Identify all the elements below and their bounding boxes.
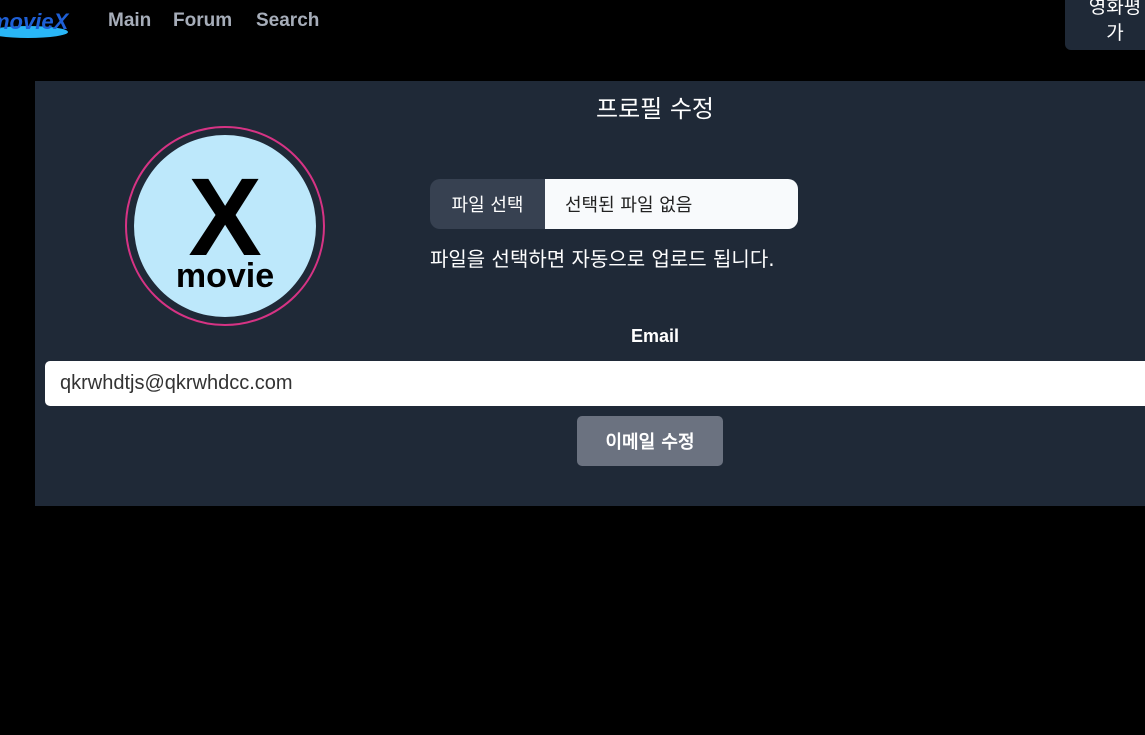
profile-avatar: X movie [125, 126, 325, 326]
avatar-image: X movie [134, 135, 316, 317]
file-input[interactable]: 파일 선택 선택된 파일 없음 [430, 179, 798, 229]
update-email-button[interactable]: 이메일 수정 [577, 416, 723, 466]
movie-review-button-line2: 가 [1106, 22, 1124, 44]
nav-main[interactable]: Main [108, 10, 151, 32]
moviex-logo[interactable]: movieX [0, 2, 70, 40]
movie-review-button[interactable]: 영화평 가 [1065, 0, 1145, 50]
email-label: Email [630, 326, 680, 346]
avatar-logo-word: movie [176, 257, 274, 295]
nav-forum[interactable]: Forum [173, 10, 232, 32]
choose-file-button[interactable]: 파일 선택 [430, 179, 545, 229]
page-title: 프로필 수정 [595, 95, 715, 123]
movie-review-button-line1: 영화평 [1088, 0, 1142, 18]
email-field[interactable] [45, 361, 1145, 406]
profile-edit-card: 프로필 수정 X movie 파일 선택 선택된 파일 없음 파일을 선택하면 … [35, 81, 1145, 506]
file-name-display[interactable]: 선택된 파일 없음 [545, 179, 798, 229]
nav-search[interactable]: Search [256, 10, 319, 32]
xmovie-logo-icon: X movie [176, 156, 274, 295]
upload-hint: 파일을 선택하면 자동으로 업로드 됩니다. [430, 247, 775, 271]
logo-text: movieX [0, 9, 70, 34]
